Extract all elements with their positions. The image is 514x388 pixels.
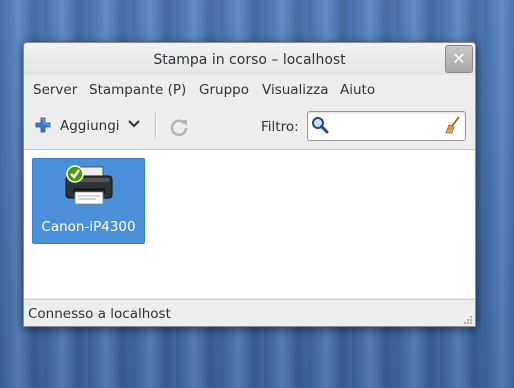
- menu-view[interactable]: Visualizza: [262, 82, 329, 98]
- printer-name: Canon-iP4300: [41, 219, 136, 235]
- toolbar: Aggiungi Filtro:: [24, 103, 475, 150]
- window-title: Stampa in corso – localhost: [153, 52, 346, 68]
- refresh-icon[interactable]: [168, 116, 190, 138]
- filter-input[interactable]: [307, 111, 466, 141]
- status-text: Connesso a localhost: [28, 306, 171, 322]
- printer-list: Canon-iP4300: [24, 150, 475, 298]
- menubar: Server Stampante (P) Gruppo Visualizza A…: [24, 76, 475, 102]
- add-button-label: Aggiungi: [60, 118, 120, 134]
- filter-label: Filtro:: [261, 119, 299, 135]
- plus-icon: [35, 117, 51, 133]
- chevron-down-icon[interactable]: [127, 116, 141, 132]
- menu-server[interactable]: Server: [33, 82, 77, 98]
- print-settings-window: Stampa in corso – localhost ✕ Server Sta…: [23, 42, 476, 327]
- search-icon: [312, 117, 329, 134]
- resize-grip-icon[interactable]: [463, 315, 473, 325]
- clear-icon[interactable]: [445, 116, 461, 134]
- toolbar-separator: [155, 113, 157, 139]
- menu-help[interactable]: Aiuto: [340, 82, 375, 98]
- titlebar[interactable]: Stampa in corso – localhost ✕: [24, 43, 475, 75]
- statusbar: Connesso a localhost: [24, 299, 475, 326]
- printer-icon: [65, 165, 113, 205]
- printer-item[interactable]: Canon-iP4300: [32, 158, 145, 244]
- close-button[interactable]: ✕: [445, 45, 473, 73]
- menu-group[interactable]: Gruppo: [199, 82, 249, 98]
- menu-printer[interactable]: Stampante (P): [89, 82, 186, 98]
